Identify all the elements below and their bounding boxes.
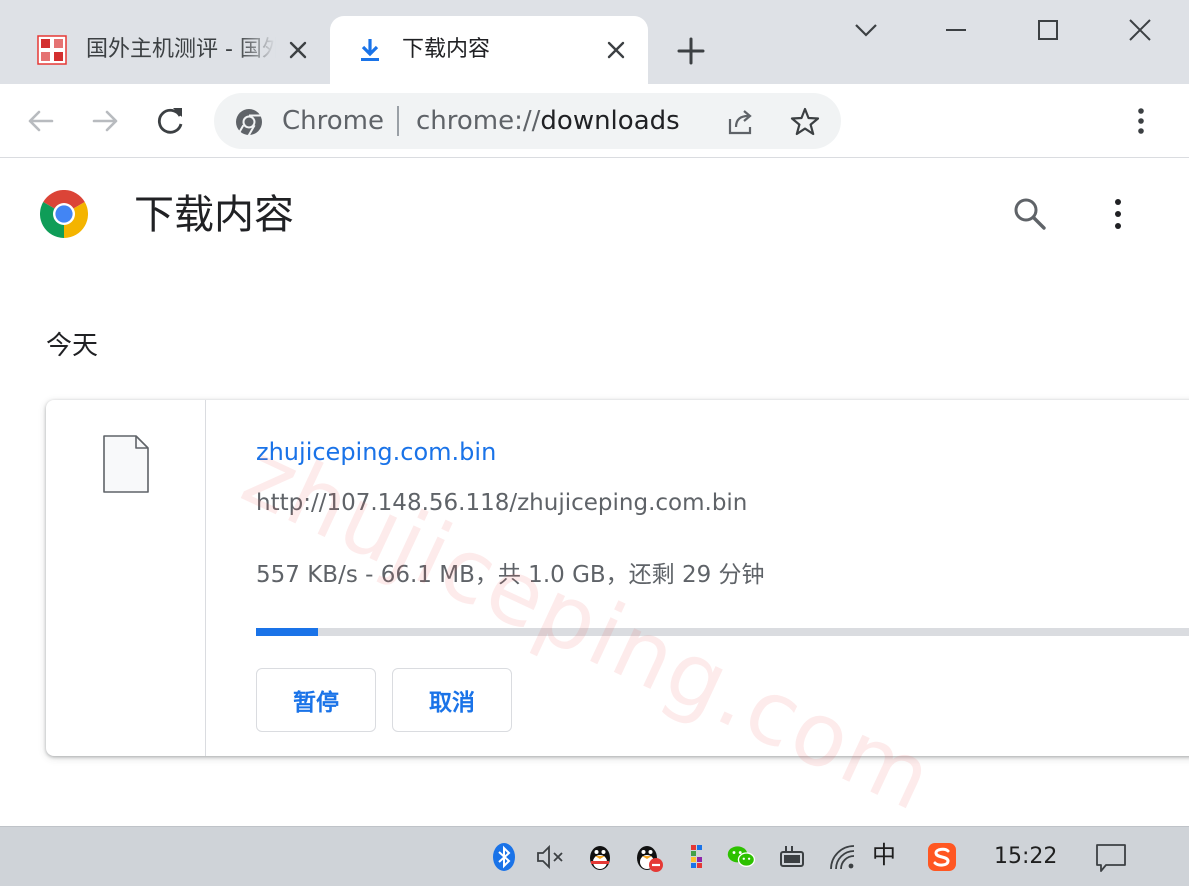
address-bar[interactable]: Chrome chrome://downloads	[214, 93, 841, 149]
download-icon	[361, 39, 379, 61]
url-host: downloads	[540, 106, 680, 136]
pause-button[interactable]: 暂停	[256, 668, 376, 732]
back-arrow-icon[interactable]	[24, 104, 58, 138]
new-tab-icon[interactable]	[676, 36, 706, 66]
battery-charging-icon[interactable]	[776, 841, 808, 873]
close-tab-icon[interactable]	[604, 38, 628, 62]
file-icon	[103, 435, 149, 493]
site-favicon-icon	[37, 35, 67, 65]
browser-menu-icon[interactable]	[1124, 104, 1158, 138]
download-progress-bar	[256, 628, 1189, 636]
page-title: 下载内容	[134, 192, 294, 238]
date-header: 今天	[46, 331, 99, 361]
more-options-icon[interactable]	[1100, 194, 1136, 234]
tab-downloads[interactable]: 下载内容	[330, 16, 648, 84]
file-source-url[interactable]: http://107.148.56.118/zhujiceping.com.bi…	[256, 488, 747, 518]
forward-arrow-icon[interactable]	[88, 104, 122, 138]
minimize-icon[interactable]	[940, 14, 972, 46]
qq-penguin-busy-icon[interactable]	[632, 841, 664, 873]
colorful-app-icon[interactable]	[682, 841, 714, 873]
downloads-page: 下载内容 今天 zhujiceping.com.bin http://107.1…	[0, 158, 1189, 826]
reload-icon[interactable]	[154, 104, 188, 138]
wechat-icon[interactable]	[726, 841, 758, 873]
maximize-icon[interactable]	[1032, 14, 1064, 46]
download-progress-fill	[256, 628, 319, 636]
tab-title: 下载内容	[402, 37, 491, 62]
url-scheme: chrome://	[416, 106, 541, 136]
file-icon-column	[46, 400, 206, 756]
input-method-indicator[interactable]: 中	[872, 839, 896, 871]
system-taskbar: 中 15:22	[0, 826, 1189, 886]
search-icon[interactable]	[1010, 194, 1050, 234]
notification-center-icon[interactable]	[1094, 841, 1128, 875]
share-icon[interactable]	[724, 105, 758, 139]
download-status: 557 KB/s - 66.1 MB，共 1.0 GB，还剩 29 分钟	[256, 562, 765, 588]
bookmark-star-icon[interactable]	[788, 105, 822, 139]
wifi-icon[interactable]	[826, 841, 858, 873]
url-text[interactable]: chrome://downloads	[416, 106, 680, 136]
omnibox-chip: Chrome	[282, 106, 384, 136]
omnibox-separator	[397, 106, 399, 136]
tab-strip: 国外主机测评 - 国外VPS，国外 下载内容	[0, 0, 1189, 84]
chrome-logo-icon	[40, 190, 88, 238]
chrome-logo-icon	[236, 109, 262, 137]
volume-muted-icon[interactable]	[534, 841, 566, 873]
tab-search-chevron-icon[interactable]	[850, 14, 882, 46]
bluetooth-icon[interactable]	[488, 841, 520, 873]
sogou-input-icon[interactable]	[926, 841, 958, 873]
clock[interactable]: 15:22	[994, 843, 1057, 871]
download-item-card: zhujiceping.com.bin http://107.148.56.11…	[46, 400, 1189, 756]
qq-penguin-icon[interactable]	[584, 841, 616, 873]
tab-title: 国外主机测评 - 国外VPS，国外	[86, 37, 276, 62]
close-window-icon[interactable]	[1124, 14, 1156, 46]
cancel-button[interactable]: 取消	[392, 668, 512, 732]
tab-zhujiceping[interactable]: 国外主机测评 - 国外VPS，国外	[18, 16, 318, 84]
file-name-link[interactable]: zhujiceping.com.bin	[256, 436, 496, 468]
close-tab-icon[interactable]	[286, 38, 310, 62]
browser-toolbar: Chrome chrome://downloads	[0, 84, 1189, 158]
